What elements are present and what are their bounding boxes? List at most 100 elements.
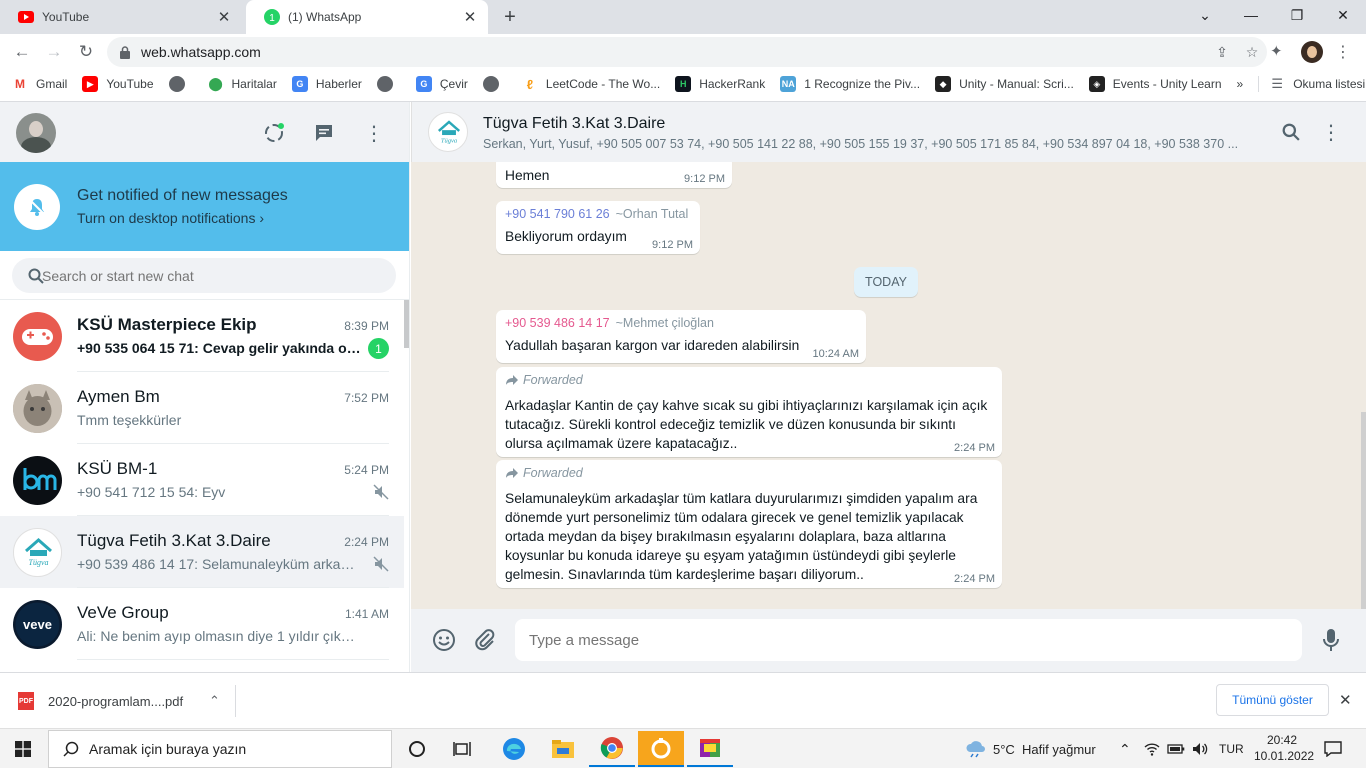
message-scrollbar[interactable]: [1361, 412, 1366, 609]
clock[interactable]: 20:42 10.01.2022: [1254, 732, 1315, 764]
bookmark-leetcode[interactable]: ℓ LeetCode - The Wo...: [521, 76, 660, 92]
chevron-up-icon[interactable]: ⌃: [209, 693, 235, 709]
bookmark-unity-manual[interactable]: ◆ Unity - Manual: Scri...: [935, 76, 1074, 92]
notification-center-icon[interactable]: [1324, 729, 1342, 769]
attach-icon[interactable]: [473, 628, 497, 652]
chrome-icon[interactable]: [589, 731, 635, 767]
forwarded-icon: [506, 375, 518, 385]
status-icon[interactable]: [260, 119, 288, 147]
chat-list-scrollbar[interactable]: [404, 300, 409, 348]
message-time: 9:12 PM: [652, 239, 693, 251]
message-bubble[interactable]: Forwarded Arkadaşlar Kantin de çay kahve…: [496, 367, 1002, 457]
reading-list-button[interactable]: ☰ Okuma listesi: [1258, 76, 1365, 92]
tab-youtube[interactable]: YouTube ✕: [0, 0, 242, 34]
weather-widget[interactable]: 5°C Hafif yağmur: [965, 729, 1096, 769]
notification-link[interactable]: Turn on desktop notifications ›: [77, 210, 264, 226]
download-shelf: PDF 2020-programlam....pdf ⌃ Tümünü göst…: [0, 672, 1366, 728]
search-messages-icon[interactable]: [1282, 123, 1300, 141]
bookmark-star-icon[interactable]: ☆: [1237, 44, 1267, 61]
conversation-header[interactable]: Tügva Tügva Fetih 3.Kat 3.Daire Serkan, …: [411, 102, 1366, 162]
svg-text:Tügva: Tügva: [29, 558, 49, 567]
back-button[interactable]: ←: [8, 38, 36, 66]
edge-icon[interactable]: [491, 731, 537, 767]
app-icon-winrar[interactable]: [687, 731, 733, 767]
chat-search-box[interactable]: [12, 258, 396, 293]
bookmark-recognize[interactable]: NA 1 Recognize the Piv...: [780, 76, 920, 92]
extensions-icon[interactable]: ✦: [1270, 42, 1290, 62]
na-icon: NA: [780, 76, 797, 92]
battery-icon[interactable]: [1167, 729, 1185, 769]
new-tab-button[interactable]: +: [498, 6, 522, 28]
bookmark-hackerrank[interactable]: H HackerRank: [675, 76, 765, 92]
close-tab-icon[interactable]: ✕: [462, 9, 478, 26]
chat-preview: Tmm teşekkürler: [77, 412, 182, 428]
windows-start-icon[interactable]: [15, 741, 31, 757]
chevron-up-icon[interactable]: ⌃: [1119, 729, 1131, 769]
news-icon: G: [291, 76, 308, 92]
message-sender[interactable]: +90 541 790 61 26: [505, 207, 610, 221]
message-bubble[interactable]: Forwarded Selamunaleyküm arkadaşlar tüm …: [496, 460, 1002, 588]
message-bubble[interactable]: +90 541 790 61 26 ~Orhan Tutal Bekliyorum…: [496, 201, 700, 254]
chat-item-tugva-fetih[interactable]: Tügva Tügva Fetih 3.Kat 3.Daire 2:24 PM …: [0, 516, 404, 588]
show-all-downloads-button[interactable]: Tümünü göster: [1216, 684, 1329, 716]
tab-search-chevron-icon[interactable]: ⌄: [1182, 0, 1228, 30]
message-bubble[interactable]: Hemen 9:12 PM: [496, 162, 732, 188]
restore-button[interactable]: ❐: [1274, 0, 1320, 30]
message-input[interactable]: [529, 631, 1269, 649]
share-icon[interactable]: ⇪: [1207, 44, 1237, 61]
forward-button[interactable]: →: [40, 38, 68, 66]
close-tab-icon[interactable]: ✕: [216, 9, 232, 26]
group-avatar[interactable]: Tügva: [428, 112, 468, 152]
task-view-icon[interactable]: [440, 731, 486, 767]
globe-icon: [168, 76, 185, 92]
volume-icon[interactable]: [1192, 729, 1208, 769]
profile-avatar[interactable]: [1301, 41, 1323, 63]
muted-icon: [373, 556, 389, 572]
bookmark-globe[interactable]: [482, 76, 507, 92]
chat-item-veve-group[interactable]: veve VeVe Group 1:41 AM Ali: Ne benim ay…: [0, 588, 404, 660]
notification-banner[interactable]: Get notified of new messages Turn on des…: [0, 162, 409, 251]
minimize-button[interactable]: —: [1228, 0, 1274, 30]
message-input-box[interactable]: [515, 619, 1302, 661]
chat-item-aymen-bm[interactable]: Aymen Bm 7:52 PM Tmm teşekkürler: [0, 372, 404, 444]
bookmark-unity-learn[interactable]: ◈ Events - Unity Learn: [1088, 76, 1222, 92]
cortana-icon[interactable]: [394, 731, 440, 767]
bookmark-youtube[interactable]: ▶ YouTube: [82, 76, 154, 92]
bookmark-haritalar[interactable]: ⬤ Haritalar: [207, 76, 277, 92]
bookmark-globe[interactable]: [168, 76, 193, 92]
close-shelf-icon[interactable]: ✕: [1339, 691, 1352, 709]
message-bubble[interactable]: +90 539 486 14 17 ~Mehmet çiloğlan Yadull…: [496, 310, 866, 363]
emoji-icon[interactable]: [432, 628, 456, 652]
tab-whatsapp[interactable]: 1 (1) WhatsApp ✕: [246, 0, 488, 34]
bookmark-cevir[interactable]: G Çevir: [415, 76, 468, 92]
network-icon[interactable]: [1144, 729, 1160, 769]
globe-icon: [376, 76, 393, 92]
chat-preview: +90 535 064 15 71: Cevap gelir yakında o…: [77, 340, 362, 356]
clock-date: 10.01.2022: [1254, 749, 1315, 763]
new-chat-icon[interactable]: [310, 119, 338, 147]
taskbar-search-box[interactable]: Aramak için buraya yazın: [48, 730, 392, 768]
user-avatar[interactable]: [16, 113, 56, 153]
chat-item-ksu-bm-1[interactable]: KSÜ BM-1 5:24 PM +90 541 712 15 54: Eyv: [0, 444, 404, 516]
message-sender[interactable]: +90 539 486 14 17: [505, 316, 610, 330]
file-explorer-icon[interactable]: [540, 731, 586, 767]
search-icon: [63, 741, 79, 757]
download-item[interactable]: PDF 2020-programlam....pdf ⌃: [18, 685, 236, 717]
conversation-menu-icon[interactable]: ⋮: [1321, 120, 1341, 145]
chrome-menu-icon[interactable]: ⋮: [1333, 42, 1353, 62]
microphone-icon[interactable]: [1322, 628, 1340, 652]
unity-icon: ◆: [935, 76, 952, 92]
bookmark-gmail[interactable]: M Gmail: [12, 76, 67, 92]
search-input[interactable]: [42, 267, 342, 284]
chat-item-ksu-masterpiece[interactable]: KSÜ Masterpiece Ekip 8:39 PM +90 535 064…: [0, 300, 404, 372]
close-window-button[interactable]: ✕: [1320, 0, 1366, 30]
reload-button[interactable]: ↻: [72, 38, 100, 66]
bookmark-globe[interactable]: [376, 76, 401, 92]
language-indicator[interactable]: TUR: [1219, 729, 1244, 769]
bookmark-haberler[interactable]: G Haberler: [291, 76, 362, 92]
message-time: 10:24 AM: [812, 348, 859, 360]
app-icon-orange[interactable]: [638, 731, 684, 767]
menu-icon[interactable]: ⋮: [360, 119, 388, 147]
more-bookmarks-button[interactable]: »: [1237, 77, 1244, 91]
address-bar[interactable]: web.whatsapp.com ⇪ ☆: [107, 37, 1267, 67]
